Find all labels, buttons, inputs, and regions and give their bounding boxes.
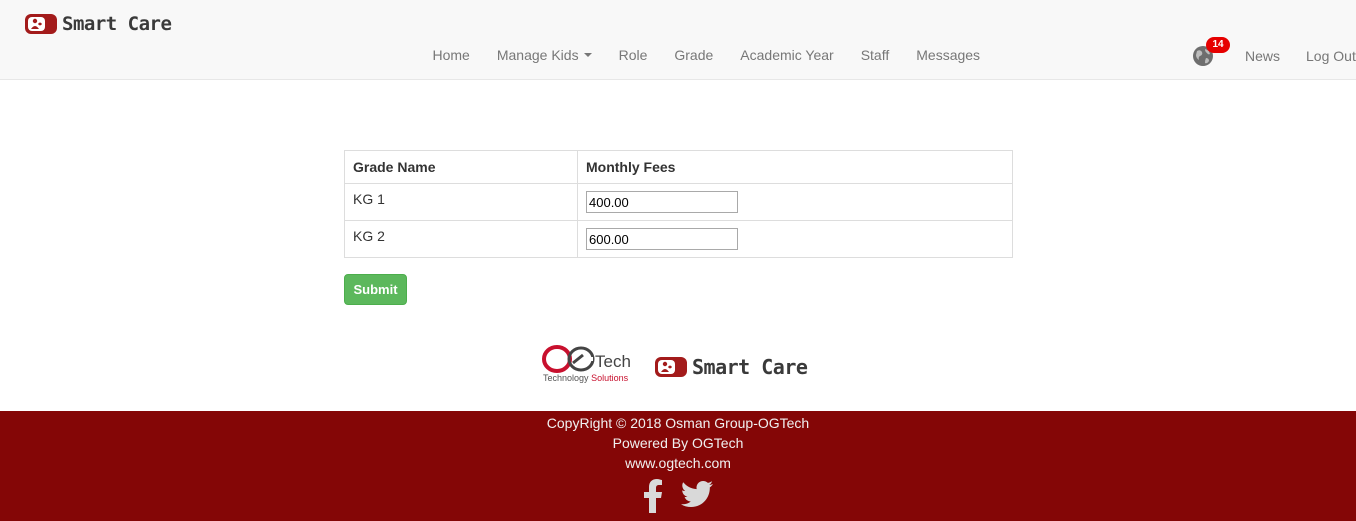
nav-home[interactable]: Home [419,45,483,65]
smartcare-footer-name: Smart Care [692,355,808,379]
ogtech-tagline-1: Technology [543,373,589,383]
submit-button[interactable]: Submit [344,274,407,305]
smartcare-logo-icon [655,357,687,377]
navbar: Smart Care Home Manage Kids Role Grade A… [0,0,1356,80]
table-header-row: Grade Name Monthly Fees [344,150,1013,184]
fee-input-kg2[interactable] [586,228,738,250]
monthly-fees-header: Monthly Fees [577,150,1013,184]
fee-cell [577,183,1013,221]
grade-name-cell: KG 1 [344,183,578,221]
nav-news[interactable]: News [1232,46,1293,66]
nav-messages[interactable]: Messages [903,45,994,65]
grade-fees-table: Grade Name Monthly Fees KG 1 KG 2 [344,150,1013,258]
grade-name-cell: KG 2 [344,220,578,258]
main-nav: Home Manage Kids Role Grade Academic Yea… [419,45,994,65]
ogtech-tagline: Technology Solutions [543,373,628,383]
facebook-icon[interactable] [643,479,663,516]
nav-manage-kids-label: Manage Kids [496,47,579,63]
notifications-button[interactable]: 14 [1190,37,1230,67]
twitter-icon[interactable] [681,479,713,516]
nav-role[interactable]: Role [605,45,661,65]
table-row: KG 1 [344,183,1013,221]
brand-name: Smart Care [62,13,172,35]
social-links [0,479,1356,516]
smartcare-logo-icon [25,14,57,34]
footer-powered-by: Powered By OGTech [612,435,744,451]
ogtech-logo: Tech Technology Solutions [541,343,636,383]
nav-manage-kids[interactable]: Manage Kids [483,45,605,65]
nav-logout[interactable]: Log Out [1293,46,1356,66]
footer: CopyRight © 2018 Osman Group-OGTech Powe… [0,411,1356,521]
table-row: KG 2 [344,220,1013,258]
partner-logos: Tech Technology Solutions Smart Care [541,343,821,388]
footer-website[interactable]: www.ogtech.com [0,453,1356,473]
nav-grade[interactable]: Grade [661,45,727,65]
fee-input-kg1[interactable] [586,191,738,213]
grade-name-header: Grade Name [344,150,578,184]
brand-logo[interactable]: Smart Care [24,12,172,36]
caret-down-icon [583,53,592,57]
fee-cell [577,220,1013,258]
nav-right: 14 News Log Out [1190,37,1356,67]
ogtech-wordmark: Tech [595,352,631,371]
nav-academic-year[interactable]: Academic Year [727,45,847,65]
smartcare-footer-logo: Smart Care [654,355,808,379]
ogtech-tagline-2: Solutions [591,373,629,383]
notification-badge: 14 [1206,37,1230,53]
nav-staff[interactable]: Staff [847,45,903,65]
footer-copyright: CopyRight © 2018 Osman Group-OGTech [546,415,810,431]
